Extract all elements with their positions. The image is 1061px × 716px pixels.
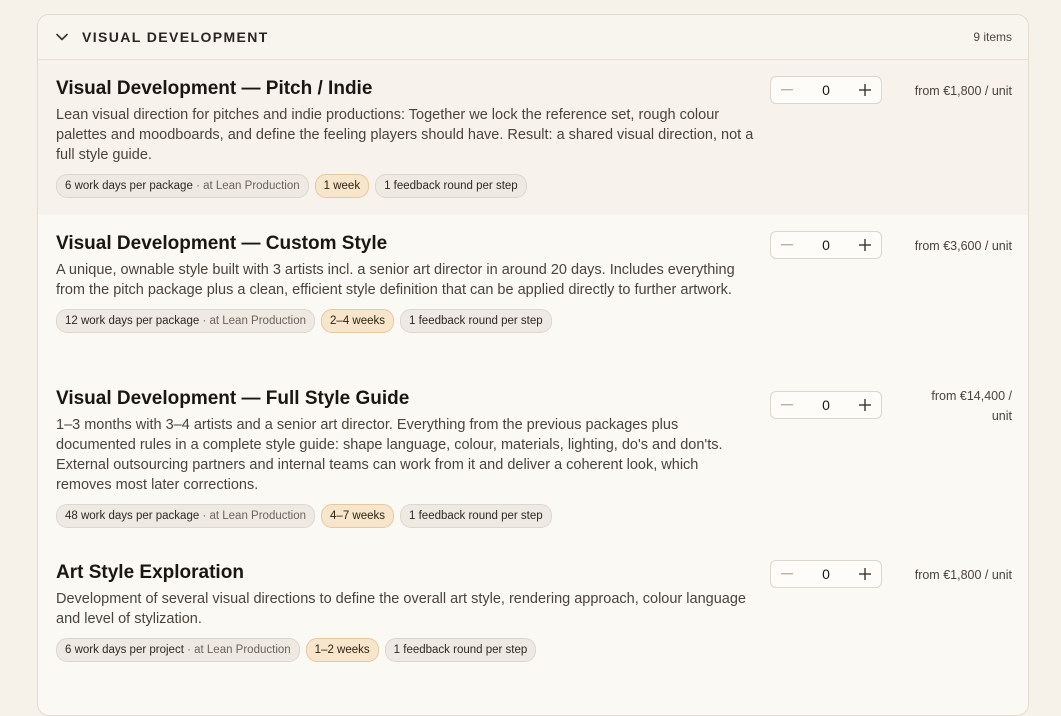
production-label: · at Lean Production <box>196 180 300 192</box>
service-item: Visual Development — Full Style Guide 1–… <box>38 370 1028 544</box>
feedback-tag: 1 feedback round per step <box>375 174 527 198</box>
minus-icon[interactable] <box>771 76 803 104</box>
duration-tag: 2–4 weeks <box>321 309 395 333</box>
price-label: from €1,800 / unit <box>914 568 1012 582</box>
quantity-value[interactable]: 0 <box>806 82 846 98</box>
service-item: Visual Development — Pitch / Indie Lean … <box>38 60 1028 215</box>
duration-tag: 1–2 weeks <box>305 638 379 662</box>
item-description: Lean visual direction for pitches and in… <box>56 107 754 163</box>
feedback-tag: 1 feedback round per step <box>384 638 537 662</box>
plus-icon[interactable] <box>849 231 881 259</box>
service-section: VISUAL DEVELOPMENT 9 items Visual Develo… <box>37 14 1029 716</box>
minus-icon[interactable] <box>771 391 803 419</box>
item-description: 1–3 months with 3–4 artists and a senior… <box>56 417 723 493</box>
quantity-stepper[interactable]: 0 <box>770 391 882 419</box>
chevron-down-icon[interactable] <box>56 30 70 44</box>
workdays-tag: 12 work days per package · at Lean Produ… <box>56 309 316 333</box>
tag-row: 6 work days per package · at Lean Produc… <box>56 174 1010 198</box>
workdays-tag: 6 work days per package · at Lean Produc… <box>56 174 309 198</box>
quantity-stepper[interactable]: 0 <box>770 76 882 104</box>
tag-row: 6 work days per project · at Lean Produc… <box>56 638 1010 662</box>
tag-row: 48 work days per package · at Lean Produ… <box>56 504 1010 528</box>
item-count: 9 items <box>973 30 1012 44</box>
production-label: · at Lean Production <box>187 644 291 656</box>
workdays-tag: 6 work days per project · at Lean Produc… <box>56 638 300 662</box>
quantity-value[interactable]: 0 <box>806 566 846 582</box>
quantity-stepper[interactable]: 0 <box>770 231 882 259</box>
feedback-tag: 1 feedback round per step <box>400 309 552 333</box>
workdays-tag: 48 work days per package · at Lean Produ… <box>56 504 316 528</box>
feedback-tag: 1 feedback round per step <box>400 504 552 528</box>
workdays-label: 12 work days per package <box>65 315 200 327</box>
plus-icon[interactable] <box>849 560 881 588</box>
quantity-value[interactable]: 0 <box>806 237 846 253</box>
price-label: from €1,800 / unit <box>914 84 1012 98</box>
production-label: · at Lean Production <box>202 315 307 327</box>
price-label: from €14,400 / unit <box>931 389 1012 423</box>
section-title: VISUAL DEVELOPMENT <box>82 29 269 45</box>
item-description: Development of several visual directions… <box>56 591 746 627</box>
production-label: · at Lean Production <box>202 510 307 522</box>
workdays-label: 48 work days per package <box>65 510 200 522</box>
minus-icon[interactable] <box>771 231 803 259</box>
quantity-stepper[interactable]: 0 <box>770 560 882 588</box>
quantity-value[interactable]: 0 <box>806 397 846 413</box>
duration-tag: 4–7 weeks <box>321 504 395 528</box>
service-item: Visual Development — Custom Style A uniq… <box>38 215 1028 370</box>
duration-tag: 1 week <box>314 174 370 198</box>
tag-row: 12 work days per package · at Lean Produ… <box>56 309 1010 333</box>
plus-icon[interactable] <box>849 391 881 419</box>
minus-icon[interactable] <box>771 560 803 588</box>
section-header[interactable]: VISUAL DEVELOPMENT 9 items <box>38 15 1028 60</box>
workdays-label: 6 work days per package <box>65 180 193 192</box>
price-label: from €3,600 / unit <box>914 239 1012 253</box>
service-item: Art Style Exploration Development of sev… <box>38 544 1028 704</box>
plus-icon[interactable] <box>849 76 881 104</box>
item-description: A unique, ownable style built with 3 art… <box>56 262 735 298</box>
workdays-label: 6 work days per project <box>65 644 184 656</box>
